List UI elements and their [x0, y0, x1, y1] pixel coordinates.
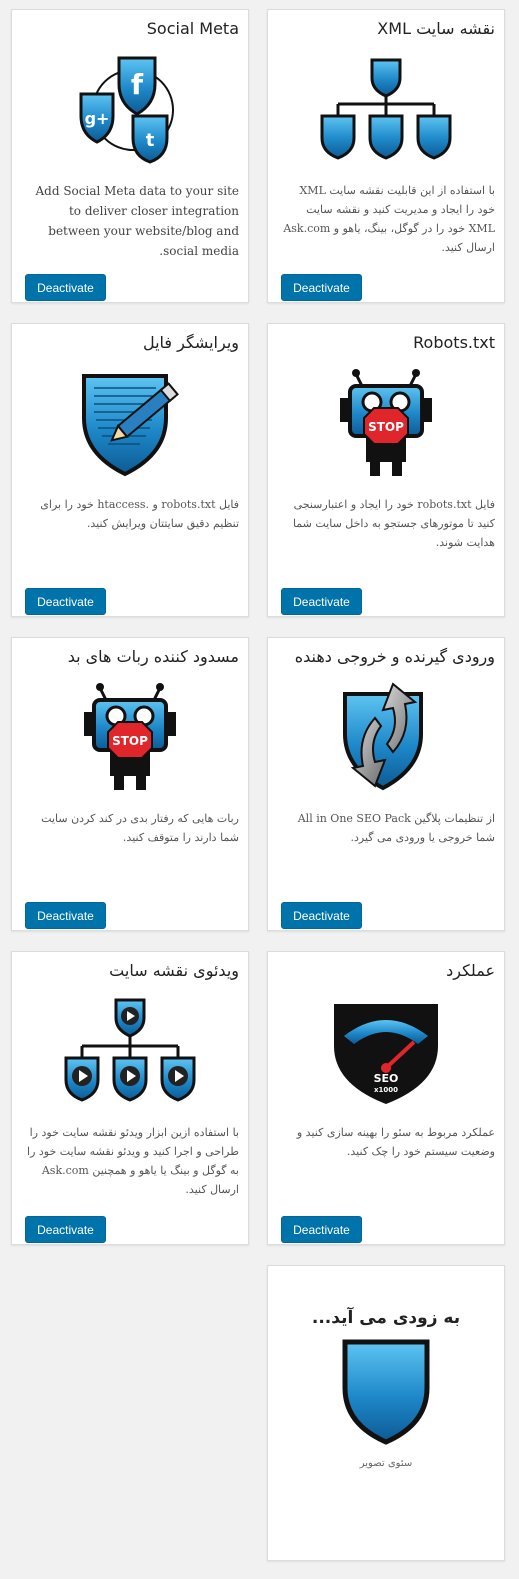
- deactivate-button[interactable]: Deactivate: [281, 902, 362, 929]
- deactivate-button[interactable]: Deactivate: [281, 1216, 362, 1243]
- facebook-icon: f: [117, 56, 157, 116]
- card-title: ویدئوی نقشه سایت: [109, 961, 239, 980]
- card-description: با استفاده از این قابلیت نقشه سایت XML خ…: [283, 184, 495, 254]
- svg-text:f: f: [131, 68, 144, 101]
- card-performance: عملکرد SEO x1000 عملکرد مربوط به سئو را …: [267, 951, 505, 1245]
- card-coming-soon: به زودی می آید... سئوی تصویر: [267, 1265, 505, 1561]
- card-title: Robots.txt: [413, 333, 495, 352]
- deactivate-button[interactable]: Deactivate: [25, 1216, 106, 1243]
- gauge-multiplier: x1000: [374, 1086, 398, 1094]
- card-video-sitemap: ویدئوی نقشه سایت با استفاده ازین ابزار و…: [11, 951, 249, 1245]
- deactivate-button[interactable]: Deactivate: [281, 274, 362, 301]
- twitter-icon: t: [131, 114, 169, 164]
- google-plus-icon: g+: [79, 92, 115, 144]
- robot-stop-icon: STOP: [12, 674, 248, 800]
- sitemap-icon: [268, 46, 504, 172]
- card-robots-txt: Robots.txt STOP فایل robots.txt خود را ا…: [267, 323, 505, 617]
- card-title: ورودی گیرنده و خروجی دهنده: [294, 647, 495, 666]
- deactivate-button[interactable]: Deactivate: [25, 274, 106, 301]
- card-bad-bot-blocker: مسدود کننده ربات های بد STOP ربات هایی ک…: [11, 637, 249, 931]
- svg-text:g+: g+: [85, 109, 110, 128]
- svg-text:t: t: [146, 130, 155, 151]
- card-description: عملکرد مربوط به سئو را بهینه سازی کنید و…: [296, 1126, 495, 1158]
- card-file-editor: ویرایشگر فایل فایل robots.txt و .htacces…: [11, 323, 249, 617]
- deactivate-button[interactable]: Deactivate: [281, 588, 362, 615]
- video-sitemap-icon: [12, 988, 248, 1114]
- card-title: عملکرد: [446, 961, 495, 980]
- card-description: ربات هایی که رفتار بدی در کند کردن سایت …: [41, 812, 239, 844]
- card-title: نقشه سایت XML: [377, 19, 495, 38]
- card-title: مسدود کننده ربات های بد: [67, 647, 239, 666]
- card-description: Add Social Meta data to your site to del…: [35, 184, 239, 258]
- file-editor-icon: [12, 360, 248, 486]
- card-social-meta: Social Meta f g+ t Add Social Meta data …: [11, 9, 249, 303]
- card-description: با استفاده ازین ابزار ویدئو نقشه سایت خو…: [27, 1126, 239, 1196]
- shield-icon: [268, 1338, 504, 1446]
- card-xml-sitemap: نقشه سایت XML با استفاده از این قابلیت ن…: [267, 9, 505, 303]
- gauge-label: SEO: [374, 1072, 399, 1085]
- speedometer-icon: SEO x1000: [268, 988, 504, 1114]
- card-description: فایل robots.txt و .htaccess خود را برای …: [40, 498, 239, 530]
- social-meta-icon: f g+ t: [12, 46, 248, 172]
- card-description: فایل robots.txt خود را ایجاد و اعتبارسنج…: [292, 498, 495, 549]
- card-title: Social Meta: [146, 19, 239, 38]
- coming-soon-label: سئوی تصویر: [359, 1458, 413, 1469]
- robot-stop-icon: STOP: [268, 360, 504, 486]
- deactivate-button[interactable]: Deactivate: [25, 588, 106, 615]
- stop-sign-text: STOP: [112, 734, 148, 748]
- card-description: از تنظیمات پلاگین All in One SEO Pack شم…: [297, 812, 495, 844]
- stop-sign-text: STOP: [368, 420, 404, 434]
- coming-soon-title: به زودی می آید...: [311, 1308, 461, 1328]
- import-export-icon: [268, 674, 504, 800]
- card-title: ویرایشگر فایل: [142, 333, 239, 352]
- deactivate-button[interactable]: Deactivate: [25, 902, 106, 929]
- card-import-export: ورودی گیرنده و خروجی دهنده از تنظیمات پل…: [267, 637, 505, 931]
